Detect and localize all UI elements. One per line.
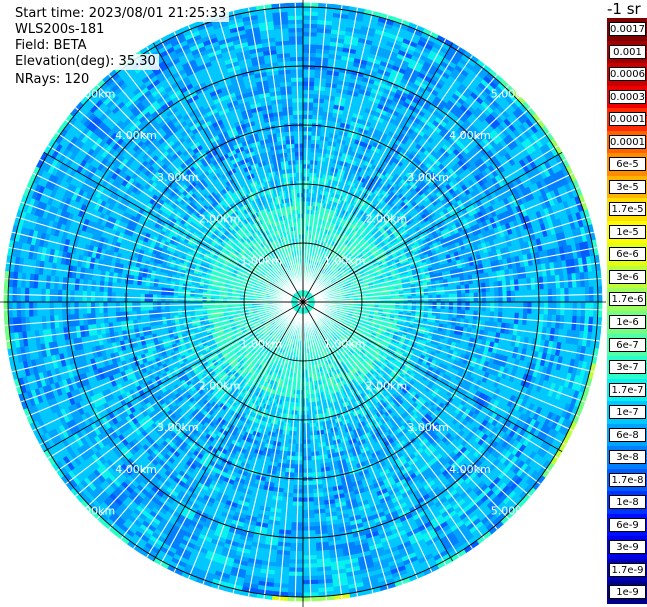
ppi-scan-plot: 1.00km 1.00km1.00km1.00km2.00km 2.00km2.00…	[0, 0, 606, 607]
